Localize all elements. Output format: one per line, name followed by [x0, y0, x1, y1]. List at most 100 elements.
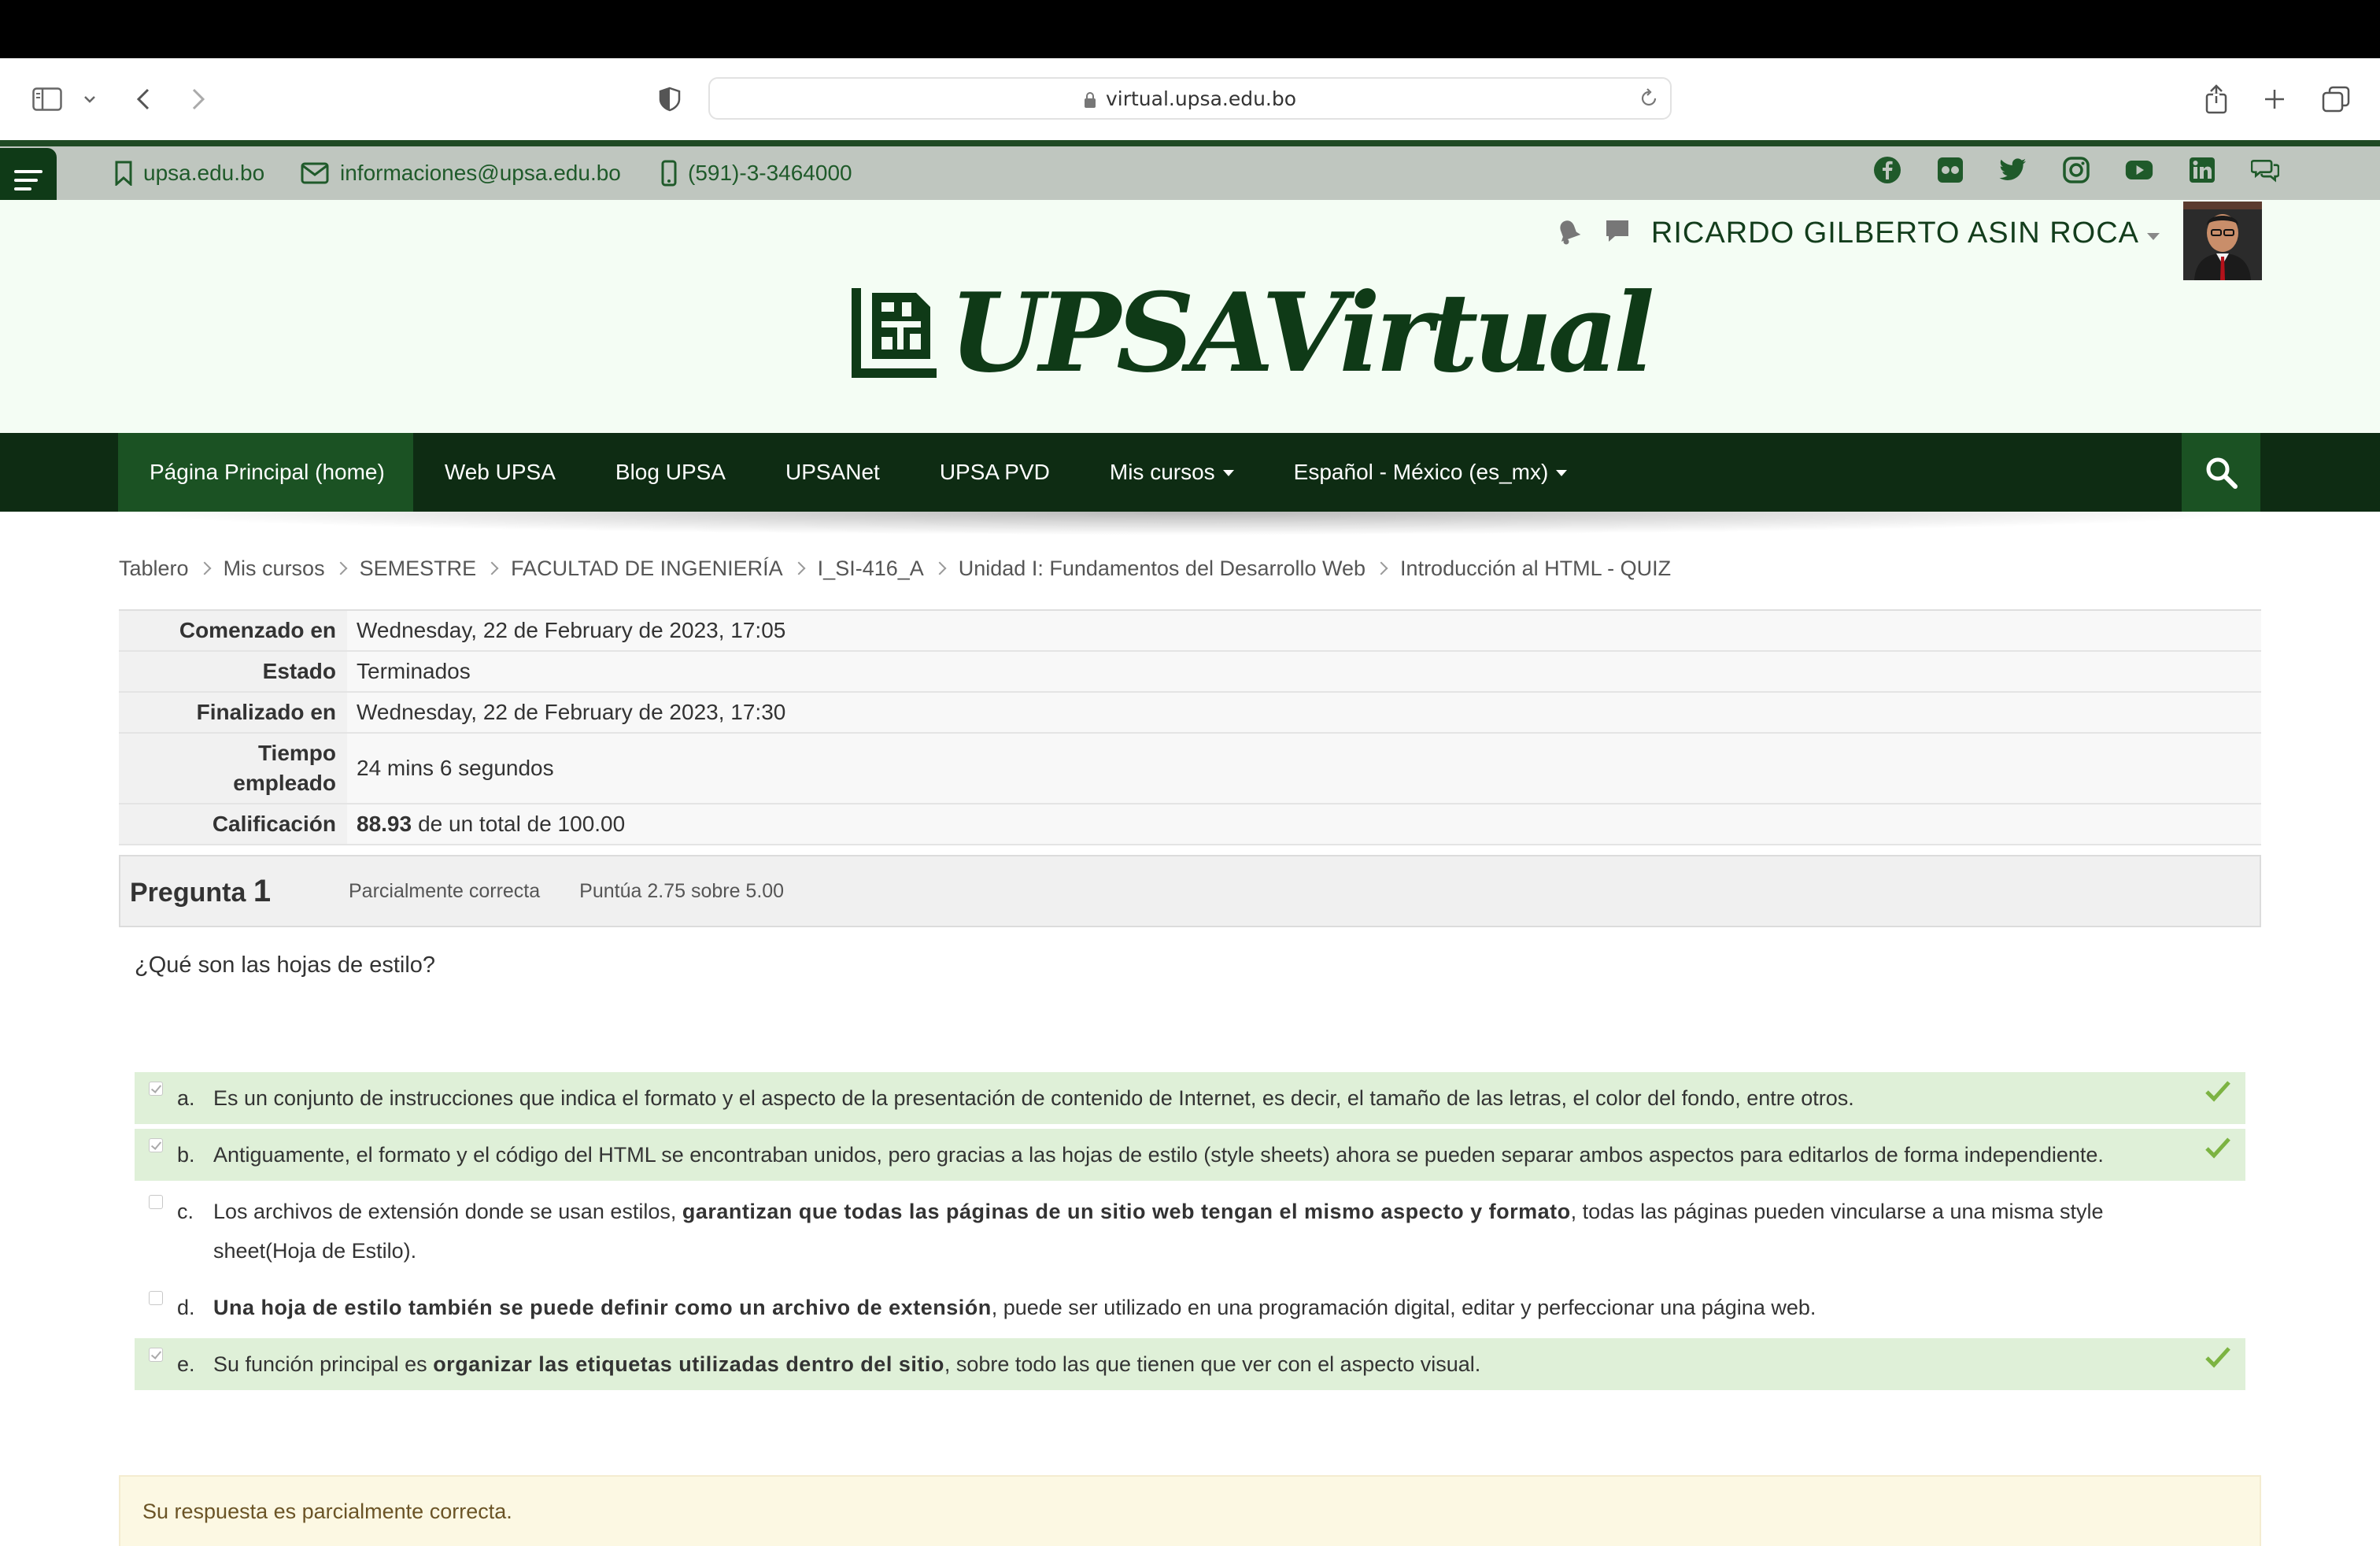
nav-item-blog-upsa[interactable]: Blog UPSA — [584, 433, 754, 512]
answer-checkbox[interactable] — [149, 1195, 163, 1209]
answer-text: Una hoja de estilo también se puede defi… — [213, 1288, 2190, 1327]
breadcrumb-item[interactable]: Mis cursos — [224, 557, 325, 581]
user-name[interactable]: RICARDO GILBERTO ASIN ROCA — [1651, 216, 2139, 250]
search-button[interactable] — [2182, 433, 2260, 512]
user-menu[interactable]: RICARDO GILBERTO ASIN ROCA — [1555, 206, 2160, 260]
linkedin-icon[interactable] — [2188, 156, 2216, 184]
breadcrumb-item[interactable]: SEMESTRE — [360, 557, 477, 581]
answer-text-bold: Una hoja de estilo también se puede defi… — [213, 1296, 992, 1319]
avatar[interactable] — [2183, 202, 2262, 280]
chevron-right-icon — [198, 561, 212, 575]
summary-row-started: Comenzado en Wednesday, 22 de February d… — [119, 611, 2261, 652]
nav-item-label: UPSA PVD — [939, 460, 1050, 484]
answer-option-c[interactable]: c. Los archivos de extensión donde se us… — [135, 1185, 2245, 1277]
breadcrumb-item[interactable]: FACULTAD DE INGENIERÍA — [511, 557, 783, 581]
phone-link[interactable]: (591)-3-3464000 — [688, 161, 852, 186]
nav-item-upsanet[interactable]: UPSANet — [754, 433, 908, 512]
nav-item-upsa-pvd[interactable]: UPSA PVD — [908, 433, 1078, 512]
answer-text: Los archivos de extensión donde se usan … — [213, 1192, 2190, 1270]
answer-text-part: , puede ser utilizado en una programació… — [991, 1296, 1816, 1319]
summary-row-state: Estado Terminados — [119, 652, 2261, 693]
brand-line — [0, 140, 2380, 146]
answer-text: Su función principal es organizar las et… — [213, 1344, 2190, 1384]
lock-icon — [1084, 91, 1096, 108]
summary-label: Tiempo empleado — [119, 734, 347, 803]
share-icon[interactable] — [2204, 82, 2229, 117]
upsa-emblem-icon — [852, 288, 937, 378]
chevron-right-icon — [933, 561, 947, 575]
breadcrumb-item-current[interactable]: Introducción al HTML - QUIZ — [1400, 557, 1671, 581]
nav-item-home[interactable]: Página Principal (home) — [118, 433, 413, 512]
answer-checkbox[interactable] — [149, 1082, 163, 1096]
menu-bar — [0, 0, 2380, 58]
answer-text: Antiguamente, el formato y el código del… — [213, 1143, 2104, 1167]
answer-letter: c. — [177, 1200, 194, 1223]
breadcrumb-item[interactable]: Unidad I: Fundamentos del Desarrollo Web — [959, 557, 1366, 581]
answer-letter: b. — [177, 1143, 195, 1167]
bookmark-icon — [115, 161, 132, 186]
feedback-message: Su respuesta es parcialmente correcta. — [119, 1475, 2261, 1546]
answer-list: a. Es un conjunto de instrucciones que i… — [135, 1072, 2245, 1395]
twitter-icon[interactable] — [1999, 156, 2027, 184]
mobile-phone-icon — [661, 160, 677, 187]
new-tab-icon[interactable] — [2262, 82, 2287, 117]
caret-down-icon[interactable] — [2147, 232, 2160, 240]
summary-value: Wednesday, 22 de February de 2023, 17:05 — [357, 618, 786, 642]
answer-option-a[interactable]: a. Es un conjunto de instrucciones que i… — [135, 1072, 2245, 1124]
privacy-shield-icon[interactable] — [658, 82, 682, 117]
summary-row-finished: Finalizado en Wednesday, 22 de February … — [119, 693, 2261, 734]
answer-option-b[interactable]: b. Antiguamente, el formato y el código … — [135, 1129, 2245, 1181]
nav-item-label: Blog UPSA — [615, 460, 726, 484]
nav-item-label: Página Principal (home) — [150, 460, 385, 484]
chevron-right-icon — [334, 561, 348, 575]
contact-email[interactable]: informaciones@upsa.edu.bo — [301, 157, 621, 189]
facebook-icon[interactable] — [1873, 156, 1901, 184]
answer-letter: e. — [177, 1352, 195, 1376]
site-logo[interactable]: UPSAVirtual — [850, 268, 1654, 397]
contact-phone[interactable]: (591)-3-3464000 — [661, 157, 852, 189]
chat-icon[interactable] — [2251, 156, 2279, 184]
tabs-overview-icon[interactable] — [2322, 82, 2350, 117]
sidebar-toggle-icon[interactable] — [31, 82, 63, 117]
breadcrumb-item[interactable]: I_SI-416_A — [818, 557, 924, 581]
chevron-down-icon[interactable] — [82, 82, 98, 117]
answer-checkbox[interactable] — [149, 1348, 163, 1362]
question-grade: Puntúa 2.75 sobre 5.00 — [579, 879, 785, 902]
answer-option-e[interactable]: e. Su función principal es organizar las… — [135, 1338, 2245, 1390]
nav-item-language[interactable]: Español - México (es_mx) — [1262, 433, 1596, 512]
chevron-right-icon — [1374, 561, 1388, 575]
summary-value: Terminados — [357, 659, 471, 683]
instagram-icon[interactable] — [2062, 156, 2090, 184]
caret-down-icon — [1222, 470, 1234, 476]
messages-icon[interactable] — [1604, 219, 1631, 247]
notifications-bell-icon[interactable] — [1555, 217, 1582, 249]
answer-option-d[interactable]: d. Una hoja de estilo también se puede d… — [135, 1282, 2245, 1333]
chevron-right-icon — [792, 561, 806, 575]
breadcrumb: Tablero Mis cursos SEMESTRE FACULTAD DE … — [119, 551, 1671, 586]
forward-icon[interactable] — [189, 82, 208, 117]
email-link[interactable]: informaciones@upsa.edu.bo — [340, 161, 621, 186]
breadcrumb-item[interactable]: Tablero — [119, 557, 189, 581]
grade-value: 88.93 — [357, 812, 412, 836]
question-text: ¿Qué son las hojas de estilo? — [135, 952, 436, 978]
back-icon[interactable] — [134, 82, 153, 117]
answer-checkbox[interactable] — [149, 1291, 163, 1305]
nav-shadow — [110, 512, 2267, 535]
youtube-icon[interactable] — [2125, 156, 2153, 184]
question-title: Pregunta 1 — [130, 874, 349, 909]
website-link[interactable]: upsa.edu.bo — [143, 161, 264, 186]
answer-text-part: Los archivos de extensión donde se usan … — [213, 1200, 677, 1223]
nav-item-label: UPSANet — [785, 460, 880, 484]
answer-checkbox[interactable] — [149, 1138, 163, 1152]
nav-item-web-upsa[interactable]: Web UPSA — [413, 433, 584, 512]
address-bar[interactable]: virtual.upsa.edu.bo — [708, 77, 1672, 120]
answer-text-bold: garantizan que todas las páginas de un s… — [682, 1200, 1571, 1223]
question-state: Parcialmente correcta — [349, 879, 541, 902]
correct-check-icon — [2205, 1137, 2230, 1159]
flickr-icon[interactable] — [1936, 156, 1964, 184]
nav-item-my-courses[interactable]: Mis cursos — [1078, 433, 1262, 512]
logo-text: UPSAVirtual — [949, 268, 1654, 397]
reload-icon[interactable] — [1639, 88, 1659, 113]
contact-website[interactable]: upsa.edu.bo — [115, 157, 264, 189]
summary-label-line: empleado — [233, 771, 336, 795]
